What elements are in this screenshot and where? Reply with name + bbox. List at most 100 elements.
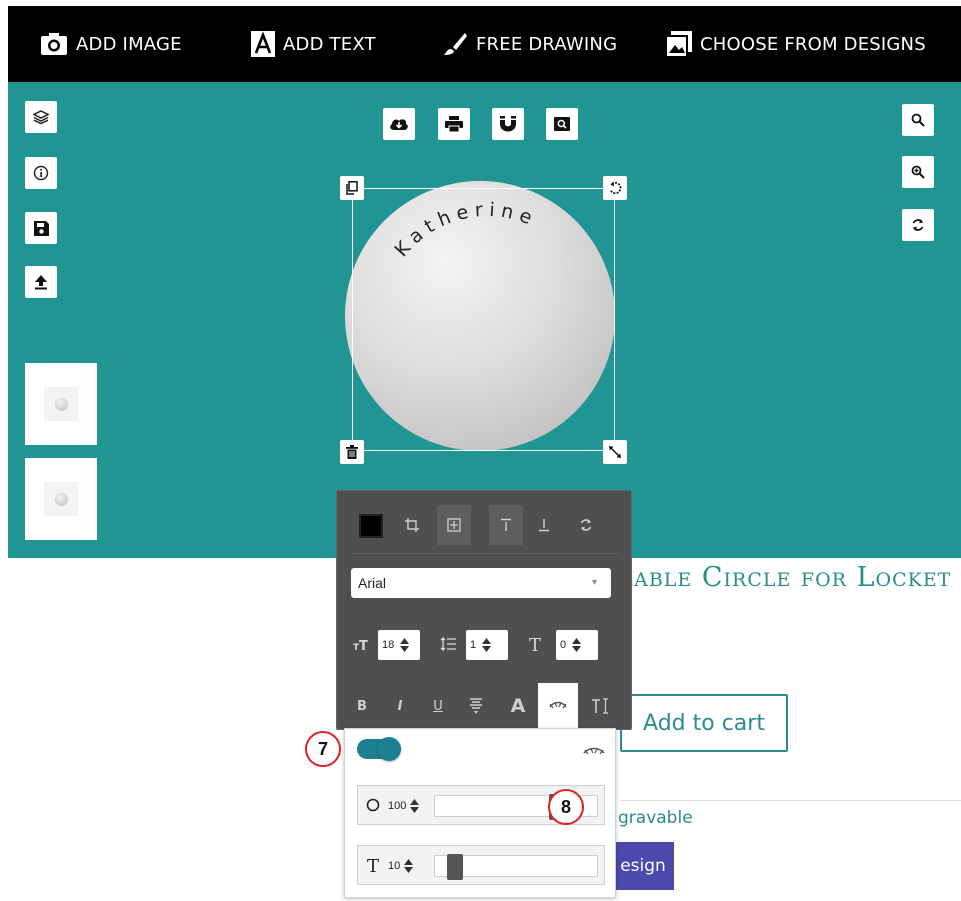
font-size-value: 18 [382,639,395,651]
letter-spacing-stepper[interactable]: 0 [556,630,598,660]
info-icon [33,165,49,181]
text-cursor-icon [592,698,608,714]
upload-icon [35,275,47,290]
zoom-in-button[interactable] [902,156,934,188]
delete-handle[interactable] [340,440,364,464]
printer-icon [445,116,463,132]
stepper-arrows-icon[interactable] [398,634,411,656]
radius-stepper[interactable]: 100 [388,794,420,818]
spacing-value: 10 [388,860,401,872]
add-image-label: ADD IMAGE [76,33,182,55]
stepper-arrows-icon[interactable] [403,857,414,875]
stepper-arrows-icon[interactable] [409,797,420,815]
search-icon [911,113,925,127]
canvas-thumbnail-back[interactable] [25,458,97,540]
spacing-slider-thumb[interactable] [447,854,463,880]
selection-box [352,188,615,451]
text-properties-panel: Arial ▾ TT 18 1 T 0 B I U A [336,490,632,730]
text-box-icon [251,31,275,57]
choose-designs-label: CHOOSE FROM DESIGNS [700,33,926,55]
snap-button[interactable] [492,108,524,140]
free-drawing-label: FREE DRAWING [476,33,618,55]
refresh-icon [912,219,924,231]
center-align-object-button[interactable] [437,505,471,545]
rotate-handle[interactable] [603,176,627,200]
add-to-cart-button[interactable]: Add to cart [620,694,788,752]
floppy-disk-icon [33,220,49,236]
letter-spacing-value: 0 [560,639,567,651]
curve-text-icon [583,747,605,755]
gallery-icon [666,31,692,57]
thumbnail-circle [54,397,68,411]
font-size-icon: TT [353,639,368,651]
font-style-button[interactable]: A [501,683,535,729]
zoom-reset-button[interactable] [902,104,934,136]
crop-icon [405,518,419,532]
spacing-slider[interactable] [434,854,598,880]
add-text-label: ADD TEXT [283,33,376,55]
curve-text-icon [549,701,567,709]
underline-button[interactable]: U [421,683,455,729]
svg-text:T: T [367,856,379,874]
curved-text-button[interactable] [538,683,578,729]
add-image-button[interactable]: ADD IMAGE [40,6,182,82]
line-height-stepper[interactable]: 1 [466,630,508,660]
crop-button[interactable] [395,505,429,545]
download-button[interactable] [383,108,415,140]
object-tools-row [351,505,621,545]
letter-spacing-icon: T [529,635,541,653]
stepper-arrows-icon[interactable] [480,634,493,656]
bold-button[interactable]: B [345,683,379,729]
curve-spacing-row: T 10 [357,845,605,885]
font-size-stepper[interactable]: 18 [378,630,420,660]
thumbnail-preview [44,482,78,516]
copy-icon [346,181,358,195]
canvas-thumbnail-front[interactable] [25,363,97,445]
brush-icon [444,33,467,55]
duplicate-handle[interactable] [340,176,364,200]
refresh-icon [580,519,592,531]
add-text-button[interactable]: ADD TEXT [251,6,376,82]
engravable-link[interactable]: gravable [618,808,693,828]
text-style-row: B I U A [337,683,633,729]
layers-button[interactable] [25,101,57,133]
trash-icon [346,445,358,459]
info-button[interactable] [25,157,57,189]
align-bottom-button[interactable] [527,505,561,545]
preview-icon [554,117,570,131]
free-drawing-button[interactable]: FREE DRAWING [442,6,617,82]
letter-spacing-icon: T [367,856,379,874]
cloud-download-icon [390,119,408,130]
preview-button[interactable] [546,108,578,140]
save-button[interactable] [25,212,57,244]
toggle-knob [377,737,401,761]
print-button[interactable] [438,108,470,140]
panel-divider [351,553,619,554]
text-color-swatch[interactable] [359,514,383,538]
magnet-icon [500,116,516,132]
design-button[interactable]: esign [612,842,674,890]
align-top-icon [501,518,511,531]
text-transform-button[interactable] [583,683,617,729]
callout-marker-8: 8 [548,789,584,825]
align-center-icon [470,698,482,714]
radius-value: 100 [388,800,407,812]
chevron-down-icon: ▾ [591,577,597,588]
resize-handle[interactable] [603,440,627,464]
font-family-value: Arial [358,575,387,591]
stepper-arrows-icon[interactable] [570,634,583,656]
choose-designs-button[interactable]: CHOOSE FROM DESIGNS [666,6,926,82]
text-align-button[interactable] [459,683,493,729]
spacing-stepper[interactable]: 10 [388,854,414,878]
upload-button[interactable] [25,266,57,298]
reset-canvas-button[interactable] [902,209,934,241]
callout-marker-7: 7 [305,731,341,767]
resize-arrows-icon [609,446,621,458]
font-family-select[interactable]: Arial ▾ [351,568,611,598]
reset-object-button[interactable] [569,505,603,545]
italic-button[interactable]: I [383,683,417,729]
layers-icon [33,110,49,125]
curved-text-toggle[interactable] [357,737,401,761]
zoom-in-icon [911,165,925,179]
align-top-button[interactable] [489,505,523,545]
